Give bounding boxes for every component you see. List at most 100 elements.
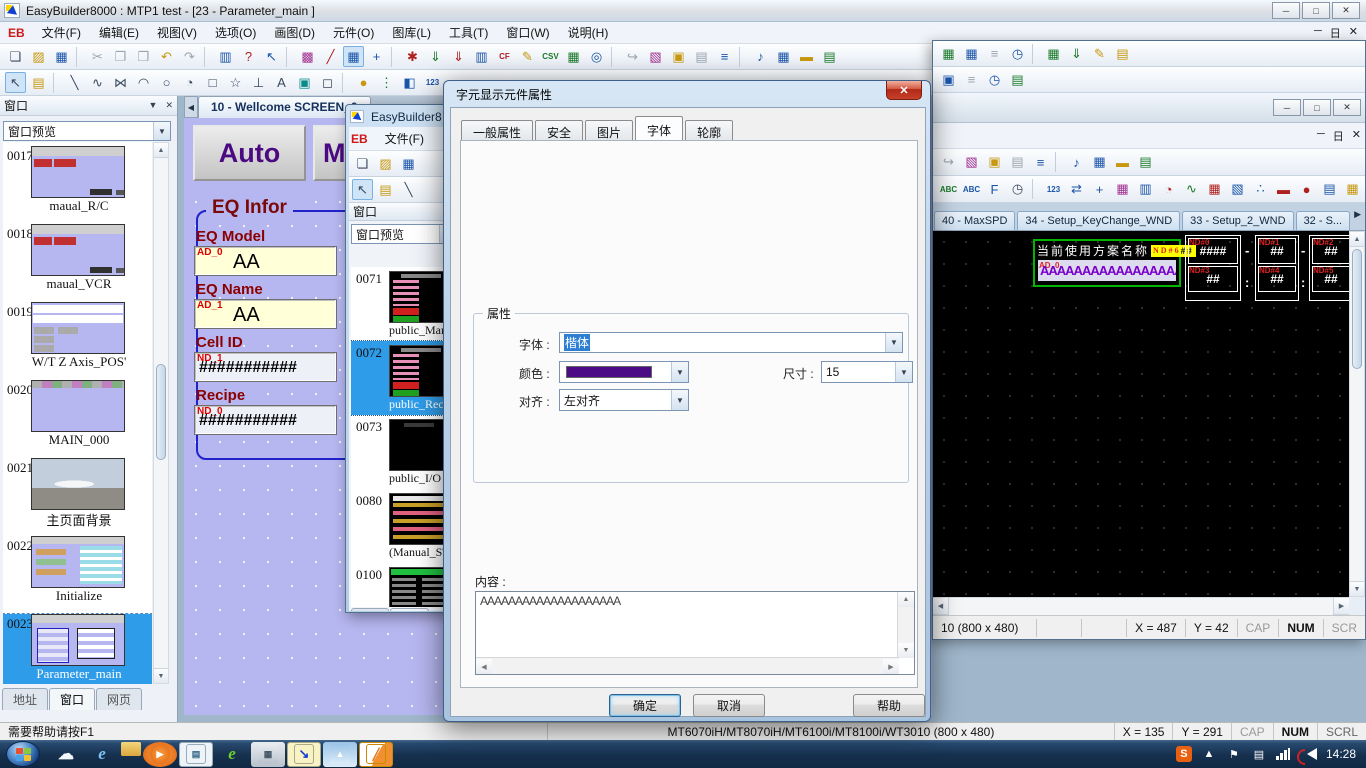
address-tag-icon[interactable]: ▤ (819, 46, 840, 67)
meter-icon[interactable]: ◔ (1158, 179, 1179, 200)
object-properties-icon[interactable]: ▤ (28, 72, 49, 93)
window-list-item[interactable]: 0023 Parameter_main (3, 614, 152, 684)
mdi-close-icon[interactable]: ✕ (1352, 128, 1361, 144)
browser-360-icon[interactable]: e (215, 742, 249, 767)
save-icon[interactable]: ▦ (398, 153, 419, 174)
sheet-icon[interactable]: ▤ (1007, 69, 1028, 90)
group-library-icon[interactable]: ▤ (1007, 152, 1028, 173)
menu-item[interactable]: 说明(H) (559, 21, 618, 44)
library-icon[interactable]: ▧ (645, 46, 666, 67)
group-library-icon[interactable]: ▤ (691, 46, 712, 67)
toolbar-separator[interactable] (342, 73, 349, 93)
cut-icon[interactable]: ✂ (87, 46, 108, 67)
menu-item[interactable]: 工具(T) (440, 21, 497, 44)
text-icon[interactable]: A (271, 72, 292, 93)
scroll-left-icon[interactable]: ◀ (933, 598, 949, 615)
polyline-icon[interactable]: ⋈ (110, 72, 131, 93)
ok-button[interactable]: 确定 (609, 694, 681, 717)
clipboard-tray-icon[interactable]: ▤ (1251, 746, 1267, 762)
notes-app-icon[interactable]: ╱ (359, 742, 393, 767)
menu-item[interactable]: 视图(V) (148, 21, 206, 44)
scroll-up-icon[interactable]: ▲ (898, 592, 914, 607)
exit-icon[interactable]: ↪ (938, 152, 959, 173)
action-center-icon[interactable]: ⚑ (1226, 746, 1242, 762)
panel-tab[interactable]: 窗口 (49, 688, 95, 710)
scroll-right-icon[interactable]: ▶ (883, 659, 899, 674)
open-file-icon[interactable]: ▨ (28, 46, 49, 67)
cf-card-icon[interactable]: CF (494, 46, 515, 67)
numeric-display-object[interactable]: ND_1 ########### (194, 352, 337, 382)
menu-item[interactable]: 选项(O) (206, 21, 265, 44)
ascii-display-icon[interactable]: ABC (938, 179, 959, 200)
picture-icon[interactable]: ▣ (294, 72, 315, 93)
bezier-icon[interactable]: ∿ (87, 72, 108, 93)
toolbar-separator[interactable] (1055, 152, 1062, 172)
mdi-restore-icon[interactable]: 日 (1333, 128, 1344, 144)
macro-icon[interactable]: ✎ (1089, 43, 1110, 64)
line-icon[interactable]: ╲ (64, 72, 85, 93)
window-list-item[interactable]: 0017 maual_R/C (3, 146, 152, 220)
sound-library-icon[interactable]: ♪ (1066, 152, 1087, 173)
canvas-tab[interactable]: 33 - Setup_2_WND (1182, 211, 1293, 230)
cancel-button[interactable]: 取消 (693, 694, 765, 717)
panel-close-icon[interactable]: ✕ (165, 100, 173, 111)
object-properties-icon[interactable]: ▤ (375, 179, 396, 200)
menu-item[interactable]: 窗口(W) (497, 21, 558, 44)
window-list-item[interactable]: 0019 W/T Z Axis_POS' (3, 302, 152, 376)
clock-icon[interactable]: ◷ (984, 69, 1005, 90)
dialog-close-button[interactable]: ✕ (886, 81, 922, 100)
align-icon[interactable]: + (366, 46, 387, 67)
scroll-left-icon[interactable]: ◀ (476, 659, 492, 674)
close-button[interactable]: ✕ (1333, 99, 1361, 116)
window-preview-select[interactable]: 窗口预览 ▼ (3, 121, 171, 141)
dialog-tab[interactable]: 轮廓 (685, 120, 733, 141)
flow-block-icon[interactable]: ▦ (1112, 179, 1133, 200)
scheme-name-group[interactable]: 当前使用方案名称 ND#6 ## AD_0 AAAAAAAAAAAAAAAAAA… (1033, 239, 1181, 287)
font-select[interactable]: 楷体 ▼ (559, 332, 903, 353)
right-design-canvas[interactable]: 当前使用方案名称 ND#6 ## AD_0 AAAAAAAAAAAAAAAAAA… (933, 231, 1349, 597)
toolbar-separator[interactable] (76, 47, 83, 67)
numeric-display-object[interactable]: ND#0 #### (1188, 238, 1238, 264)
undo-icon[interactable]: ↶ (156, 46, 177, 67)
window-list-item[interactable]: 0020 MAIN_000 (3, 380, 152, 454)
ascii-display-object[interactable]: AD_1 AA (194, 299, 337, 329)
mdi-restore-icon[interactable]: 日 (1330, 25, 1341, 41)
mdi-minimize-icon[interactable]: ─ (1314, 25, 1322, 41)
panel-tab[interactable]: 地址 (2, 688, 48, 710)
data-table-icon[interactable]: ▦ (563, 46, 584, 67)
toolbar-separator[interactable] (204, 47, 211, 67)
translate-icon[interactable]: ▩ (297, 46, 318, 67)
numeric-display-object[interactable]: ND#5 ## (1312, 266, 1349, 292)
minimize-button[interactable]: ─ (1273, 99, 1301, 116)
auto-button-object[interactable]: Auto (193, 125, 306, 181)
shape-library-icon[interactable]: ≡ (714, 46, 735, 67)
online-simulation-icon[interactable]: ⇓ (448, 46, 469, 67)
find-icon[interactable]: ◎ (586, 46, 607, 67)
canvas-tab[interactable]: 34 - Setup_KeyChange_WND (1017, 211, 1180, 230)
system-settings-icon[interactable]: ✱ (402, 46, 423, 67)
toggle-switch-icon[interactable]: ◧ (399, 72, 420, 93)
list-icon[interactable]: ≡ (984, 43, 1005, 64)
numeric-display-object[interactable]: ND#4 ## (1258, 266, 1296, 292)
scrollbar-thumb[interactable] (1352, 249, 1362, 369)
download-icon[interactable]: ⇓ (1066, 43, 1087, 64)
maximize-button[interactable]: □ (1302, 2, 1330, 19)
save-icon[interactable]: ▦ (51, 46, 72, 67)
screen-run-icon[interactable]: ▦ (938, 43, 959, 64)
toolbar-separator[interactable] (53, 73, 60, 93)
keyboard-icon[interactable]: ▦ (1089, 152, 1110, 173)
scroll-down-icon[interactable]: ▼ (1350, 581, 1364, 596)
dialog-tab[interactable]: 安全 (535, 120, 583, 141)
rectangle-icon[interactable]: □ (202, 72, 223, 93)
tab-overflow-icon[interactable]: ▶ (1354, 209, 1361, 220)
select-icon[interactable]: ↖ (352, 179, 373, 200)
panel-tab[interactable]: 地址 (351, 608, 389, 611)
cloud-app-icon[interactable]: ☁ (49, 742, 83, 767)
keyboard-icon[interactable]: ▦ (773, 46, 794, 67)
maximize-button[interactable]: □ (1303, 99, 1331, 116)
window-preview-select[interactable]: 窗口预览 ▼ (351, 224, 457, 244)
date-column[interactable]: ND#1 ## ND#4 ## (1255, 235, 1299, 301)
numeric-display-object[interactable]: ND_0 ########### (194, 405, 337, 435)
dialog-tab[interactable]: 字体 (635, 116, 683, 141)
numeric-display-icon[interactable]: 123 (1043, 179, 1064, 200)
